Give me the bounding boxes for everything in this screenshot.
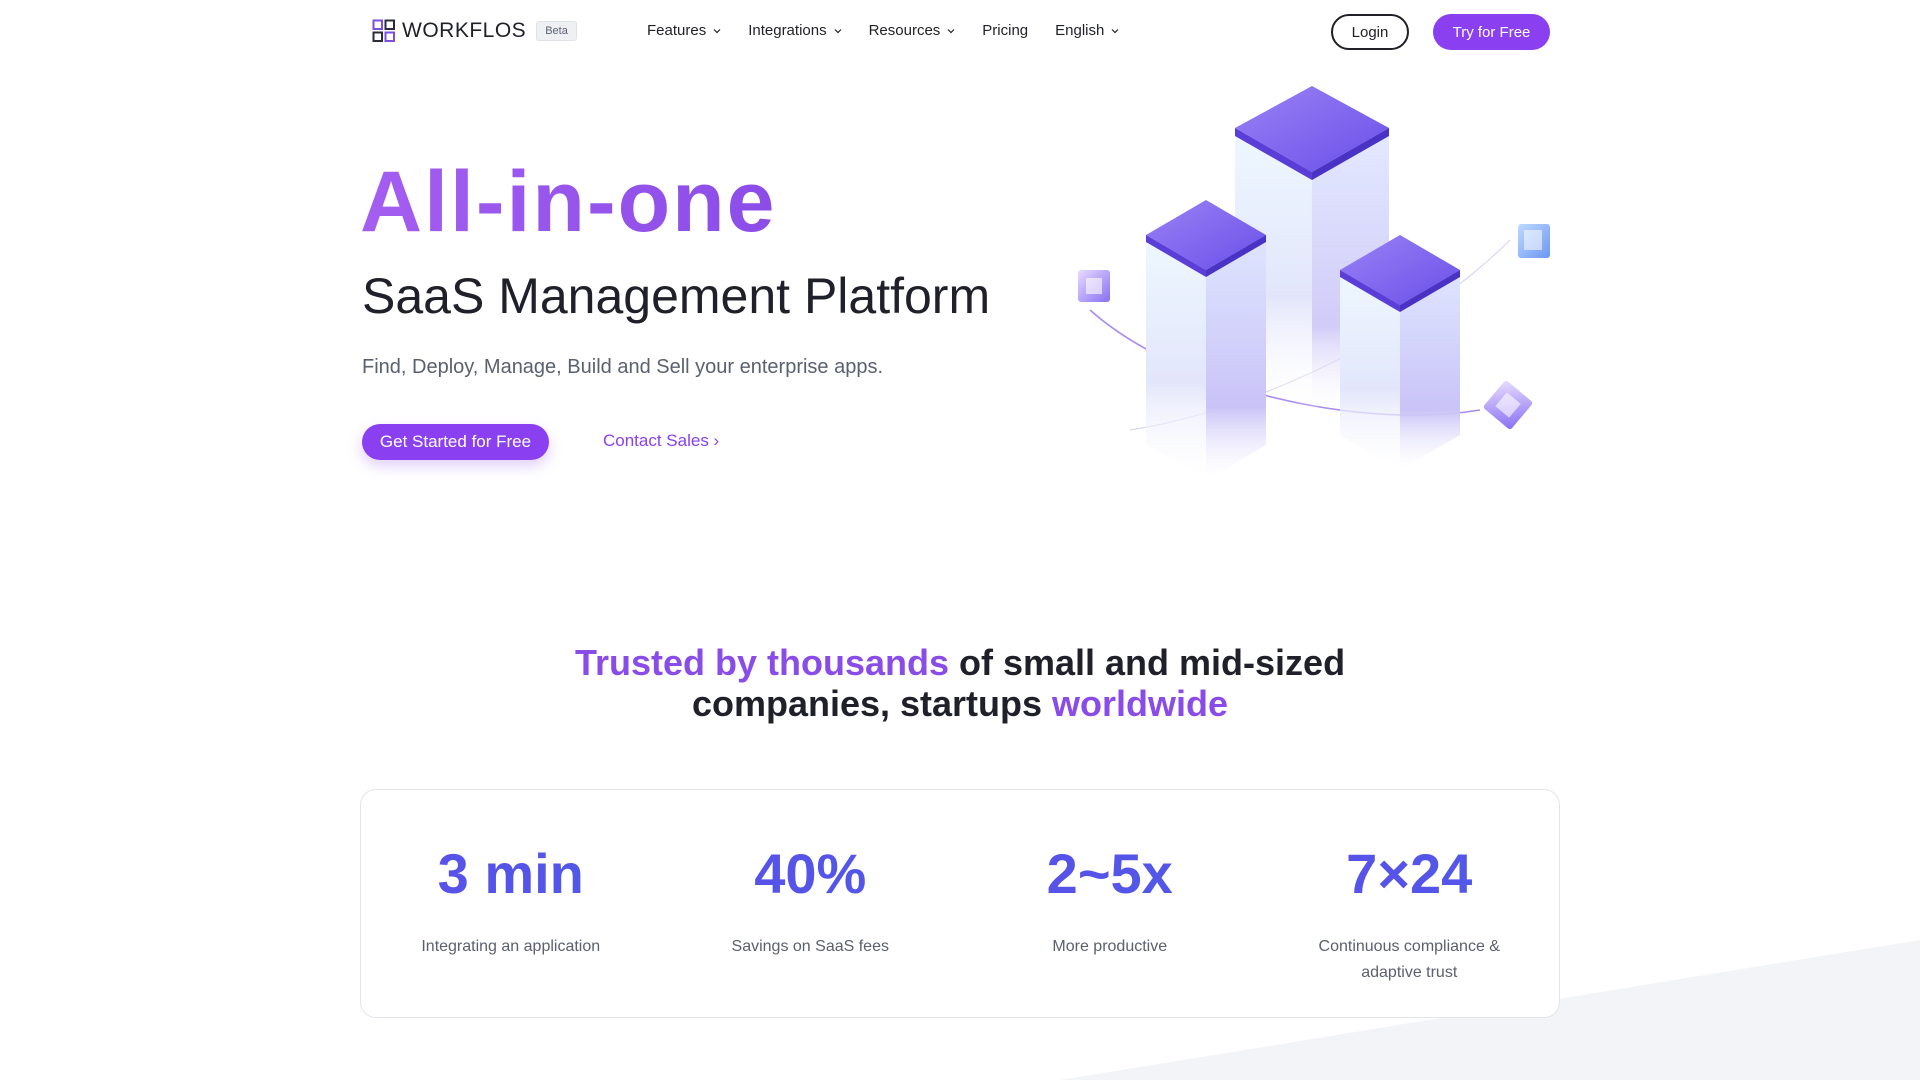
get-started-button[interactable]: Get Started for Free [362,424,549,460]
stat-item: 2~5x More productive [960,790,1260,1017]
menu-item-pricing[interactable]: Pricing [982,22,1028,39]
stat-item: 7×24 Continuous compliance & adaptive tr… [1260,790,1560,1017]
menu-item-features[interactable]: Features [647,22,721,39]
hero-illustration [1078,86,1550,480]
stat-value: 2~5x [960,842,1260,906]
trust-accent-1: Trusted by thousands [574,642,949,683]
menu-item-integrations[interactable]: Integrations [748,22,842,39]
chevron-down-icon [834,28,842,33]
trust-text-1: of small and mid-sized [948,642,1346,683]
stat-label: Savings on SaaS fees [731,938,889,955]
top-nav: WORKFLOS Beta Features Integrations Reso… [0,0,1920,64]
beta-badge: Beta [536,21,577,41]
stat-label: Continuous compliance & adaptive trust [1318,938,1500,981]
stat-value: 7×24 [1260,842,1560,906]
workflos-logo-icon [372,19,395,42]
hero-subtitle: SaaS Management Platform [362,268,991,324]
menu-item-label: Pricing [982,22,1029,39]
stat-value: 3 min [361,842,661,906]
stat-item: 3 min Integrating an application [361,790,661,1017]
chevron-down-icon [947,28,955,33]
brand-name: WORKFLOS [402,19,527,42]
try-for-free-button[interactable]: Try for Free [1433,14,1550,50]
contact-sales-link[interactable]: Contact Sales › [603,431,719,451]
hero-description: Find, Deploy, Manage, Build and Sell you… [362,356,884,378]
trust-line-2: companies, startups worldwide [460,683,1460,724]
hero-title: All-in-one [360,154,777,250]
chevron-down-icon [1111,28,1119,33]
login-button[interactable]: Login [1331,14,1409,50]
stat-label: More productive [1052,938,1168,955]
menu-item-label: Features [647,22,707,39]
menu-item-label: Resources [868,22,941,39]
menu-item-resources[interactable]: Resources [869,22,956,39]
trust-accent-2: worldwide [1052,683,1229,724]
menu-item-label: English [1055,22,1105,39]
trust-text-2: companies, startups [691,683,1053,724]
main-menu: Features Integrations Resources Pricing … [647,22,1146,39]
menu-item-label: Integrations [748,22,827,39]
chevron-down-icon [713,28,721,33]
trust-heading: Trusted by thousands of small and mid-si… [460,642,1460,724]
stat-value: 40% [661,842,961,906]
trust-line-1: Trusted by thousands of small and mid-si… [460,642,1460,683]
stat-item: 40% Savings on SaaS fees [661,790,961,1017]
stat-label: Integrating an application [421,938,601,955]
brand-logo[interactable]: WORKFLOS Beta [372,19,577,43]
language-selector[interactable]: English [1055,22,1119,39]
stats-card: 3 min Integrating an application 40% Sav… [360,789,1560,1018]
